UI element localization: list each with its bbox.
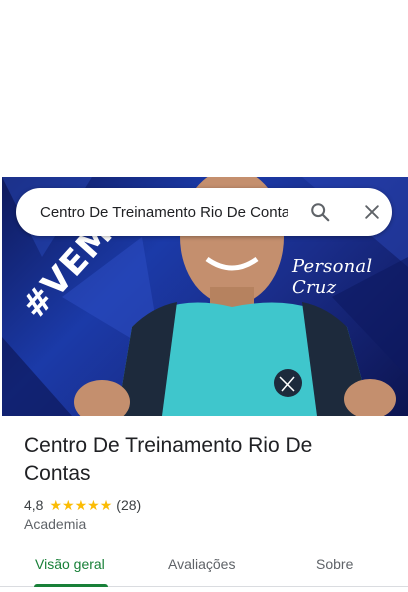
search-icon	[311, 203, 330, 222]
star-icon: ★	[74, 497, 88, 513]
star-icon: ★	[99, 497, 113, 513]
search-button[interactable]	[300, 192, 340, 232]
rating-value: 4,8	[24, 497, 44, 513]
tab-bar: Visão geral Avaliações Sobre	[0, 546, 408, 587]
star-icon: ★	[62, 497, 75, 513]
tab-overview[interactable]: Visão geral	[35, 556, 105, 572]
search-bar[interactable]: Centro De Treinamento Rio De Contas	[16, 188, 392, 236]
brand-signature: Personal Cruz	[292, 256, 373, 298]
place-title: Centro De Treinamento Rio De Contas	[24, 434, 313, 485]
place-category[interactable]: Academia	[24, 516, 86, 532]
star-icon: ★	[49, 497, 63, 513]
star-icon: ★	[87, 497, 100, 513]
search-input[interactable]: Centro De Treinamento Rio De Contas	[40, 204, 288, 221]
close-button[interactable]	[352, 192, 392, 232]
rating-row[interactable]: 4,8 ★ ★ ★ ★ ★ (28)	[24, 495, 141, 515]
active-tab-indicator	[34, 584, 108, 587]
tab-reviews[interactable]: Avaliações	[168, 556, 235, 572]
star-rating: ★ ★ ★ ★ ★	[49, 498, 112, 512]
review-count[interactable]: (28)	[116, 497, 141, 513]
tab-about[interactable]: Sobre	[316, 556, 353, 572]
close-icon	[365, 205, 379, 219]
